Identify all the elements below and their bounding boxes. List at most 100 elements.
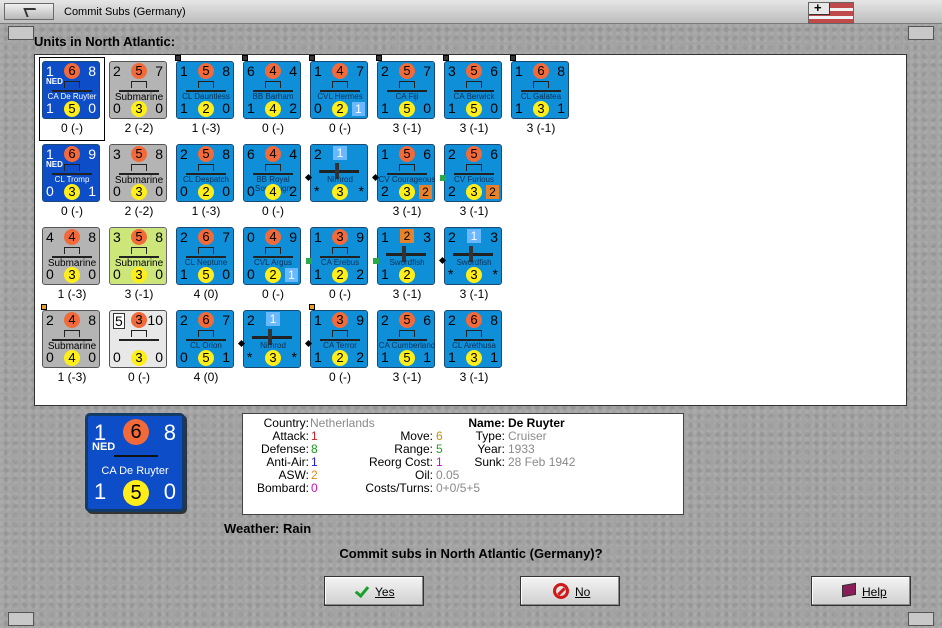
- unit-stat: 1: [180, 100, 188, 116]
- unit-cell[interactable]: 1 3 9 CA Erebus 1 2 2 0 (-): [307, 221, 369, 305]
- country-value: Netherlands: [310, 416, 375, 430]
- unit-cell[interactable]: 4 4 8 Submarine 0 3 0 1 (-3): [39, 221, 101, 305]
- unit-status: 3 (-1): [459, 287, 489, 301]
- unit-counter[interactable]: 1 6 9 NED CL Tromp 0 3 1: [42, 144, 100, 202]
- unit-cell[interactable]: 1 6 9 NED CL Tromp 0 3 1 0 (-): [39, 138, 101, 222]
- unit-stat: 0: [222, 183, 230, 199]
- unit-cell[interactable]: 2 5 7 Submarine 0 3 0 2 (-2): [106, 55, 168, 139]
- unit-stat: 1: [448, 100, 456, 116]
- unit-counter[interactable]: 1 3 9 CA Terror 1 2 2: [310, 310, 368, 368]
- unit-cell[interactable]: 0 4 9 CVL Argus 0 2 1 0 (-): [240, 221, 302, 305]
- unit-counter[interactable]: 2 1 3 Swordfish * 3 *: [444, 227, 502, 285]
- unit-stat: 1: [448, 349, 456, 365]
- unit-cell[interactable]: 644BB Royal Sovereign042 0 (-): [240, 138, 302, 222]
- unit-counter[interactable]: 2 5 6 CA Cumberland 1 5 1: [377, 310, 435, 368]
- unit-movement: 2: [332, 101, 348, 117]
- unit-cell[interactable]: 1 2 3 Swordfish 1 2 3 (-1): [374, 221, 436, 305]
- unit-counter[interactable]: 2 6 7 CL Orion 0 5 1: [176, 310, 234, 368]
- unit-counter[interactable]: 1 2 3 Swordfish 1 2: [377, 227, 435, 285]
- unit-cell[interactable]: 1 5 6 CV Courageous 2 3 2 3 (-1): [374, 138, 436, 222]
- unit-counter[interactable]: 1 6 8 CL Galatea 1 3 1: [511, 61, 569, 119]
- unit-cell[interactable]: 2 6 8 CL Arethusa 1 3 1 3 (-1): [441, 304, 503, 388]
- unit-air-stat: 1: [333, 146, 347, 160]
- unit-counter[interactable]: 2 5 6 CV Furious 2 3 2: [444, 144, 502, 202]
- unit-counter[interactable]: 2 1 Nimrod * 3 *: [243, 310, 301, 368]
- unit-status: 0 (-): [262, 287, 284, 301]
- unit-stat: 7: [222, 312, 230, 328]
- unit-stat: 0: [180, 349, 188, 365]
- unit-counter[interactable]: 5 3 10 0 3 0: [109, 310, 167, 368]
- unit-counter[interactable]: 2 6 8 CL Arethusa 1 3 1: [444, 310, 502, 368]
- unit-cell[interactable]: 2 5 7 CA Fiji 1 5 0 3 (-1): [374, 55, 436, 139]
- unit-stat: 1: [381, 229, 389, 245]
- window-title: Commit Subs (Germany): [64, 6, 186, 18]
- unit-cell[interactable]: 5 3 10 0 3 0 0 (-): [106, 304, 168, 388]
- system-menu-button[interactable]: [4, 3, 54, 20]
- unit-counter[interactable]: 1 6 8 NED CA De Ruyter 1 5 0: [42, 61, 100, 119]
- unit-cell[interactable]: 2 1 Nimrod * 3 *: [240, 304, 302, 388]
- unit-counter[interactable]: 0 4 9 CVL Argus 0 2 1: [243, 227, 301, 285]
- unit-air-stat: 1: [285, 268, 298, 282]
- unit-stat: 2: [289, 100, 297, 116]
- unit-counter[interactable]: 6 4 4 BB Barham 1 4 2: [243, 61, 301, 119]
- unit-stat: *: [358, 183, 364, 199]
- unit-cell[interactable]: 2 6 7 CL Orion 0 5 1 4 (0): [173, 304, 235, 388]
- unit-counter[interactable]: 3 5 6 CA Berwick 1 5 0: [444, 61, 502, 119]
- unit-cell[interactable]: 2 1 3 Swordfish * 3 * 3 (-1): [441, 221, 503, 305]
- unit-counter[interactable]: 2 4 8 Submarine 0 4 0: [42, 310, 100, 368]
- unit-stat: *: [314, 183, 320, 199]
- unit-cell[interactable]: 2 6 7 CL Neptune 1 5 0 4 (0): [173, 221, 235, 305]
- unit-stat: 7: [222, 229, 230, 245]
- frame-corner: [908, 26, 934, 40]
- unit-cell[interactable]: 2 5 6 CA Cumberland 1 5 1 3 (-1): [374, 304, 436, 388]
- unit-cell[interactable]: 3 5 6 CA Berwick 1 5 0 3 (-1): [441, 55, 503, 139]
- unit-cell[interactable]: 2 5 6 CV Furious 2 3 2 3 (-1): [441, 138, 503, 222]
- unit-cell[interactable]: 2 5 8 CL Despatch 0 2 0 1 (-3): [173, 138, 235, 222]
- unit-attack: 5: [399, 146, 415, 162]
- unit-status: 1 (-3): [191, 204, 221, 218]
- unit-cell[interactable]: 6 4 4 BB Barham 1 4 2 0 (-): [240, 55, 302, 139]
- unit-stat: 0: [113, 183, 121, 199]
- unit-cell[interactable]: 3 5 8 Submarine 0 3 0 2 (-2): [106, 138, 168, 222]
- unit-counter[interactable]: 2 5 7 Submarine 0 3 0: [109, 61, 167, 119]
- help-button[interactable]: Help: [811, 576, 911, 606]
- unit-counter[interactable]: 2 6 7 CL Neptune 1 5 0: [176, 227, 234, 285]
- no-button[interactable]: No: [520, 576, 620, 606]
- unit-counter[interactable]: 2 1 Nimrod * 3 *: [310, 144, 368, 202]
- unit-cell[interactable]: 1 5 8 CL Dauntless 1 2 0 1 (-3): [173, 55, 235, 139]
- unit-counter[interactable]: 2 5 8 CL Despatch 0 2 0: [176, 144, 234, 202]
- unit-stat: 0: [113, 100, 121, 116]
- unit-counter[interactable]: 1 3 9 CA Erebus 1 2 2: [310, 227, 368, 285]
- unit-status: 3 (-1): [459, 204, 489, 218]
- unit-movement: 5: [399, 350, 415, 366]
- ship-icon: [454, 330, 494, 341]
- unit-cell[interactable]: 2 4 8 Submarine 0 4 0 1 (-3): [39, 304, 101, 388]
- unit-counter[interactable]: 2 5 7 CA Fiji 1 5 0: [377, 61, 435, 119]
- yes-button[interactable]: Yes: [324, 576, 424, 606]
- unit-stat: 6: [490, 63, 498, 79]
- unit-counter[interactable]: 3 5 8 Submarine 0 3 0: [109, 227, 167, 285]
- unit-cell[interactable]: 1 4 7 CVL Hermes 0 2 1 0 (-): [307, 55, 369, 139]
- unit-cell[interactable]: 1 6 8 NED CA De Ruyter 1 5 0 0 (-): [39, 55, 105, 141]
- unit-stat: 2: [289, 183, 297, 199]
- unit-attack: 5: [399, 312, 415, 328]
- unit-stat: 2: [46, 312, 54, 328]
- unit-counter[interactable]: 1 4 7 CVL Hermes 0 2 1: [310, 61, 368, 119]
- unit-cell[interactable]: 3 5 8 Submarine 0 3 0 3 (-1): [106, 221, 168, 305]
- unit-attack: 3: [332, 312, 348, 328]
- unit-counter[interactable]: 3 5 8 Submarine 0 3 0: [109, 144, 167, 202]
- unit-stat: 1: [381, 146, 389, 162]
- unit-counter[interactable]: 4 4 8 Submarine 0 3 0: [42, 227, 100, 285]
- unit-counter[interactable]: 644BB Royal Sovereign042: [243, 144, 301, 202]
- units-panel: 1 6 8 NED CA De Ruyter 1 5 0 0 (-) 2 5 7 Submarine 0 3…: [34, 54, 907, 406]
- unit-cell[interactable]: 2 1 Nimrod * 3 *: [307, 138, 369, 222]
- unit-stat: 0: [247, 229, 255, 245]
- unit-counter[interactable]: 1 5 6 CV Courageous 2 3 2: [377, 144, 435, 202]
- commit-question: Commit subs in North Atlantic (Germany)?: [339, 546, 603, 561]
- unit-cell[interactable]: 1 3 9 CA Terror 1 2 2 0 (-): [307, 304, 369, 388]
- unit-counter[interactable]: 1 5 8 CL Dauntless 1 2 0: [176, 61, 234, 119]
- no-entry-icon: [553, 583, 569, 599]
- unit-movement: 3: [131, 184, 147, 200]
- unit-stat: 1: [423, 349, 431, 365]
- unit-cell[interactable]: 1 6 8 CL Galatea 1 3 1 3 (-1): [508, 55, 570, 139]
